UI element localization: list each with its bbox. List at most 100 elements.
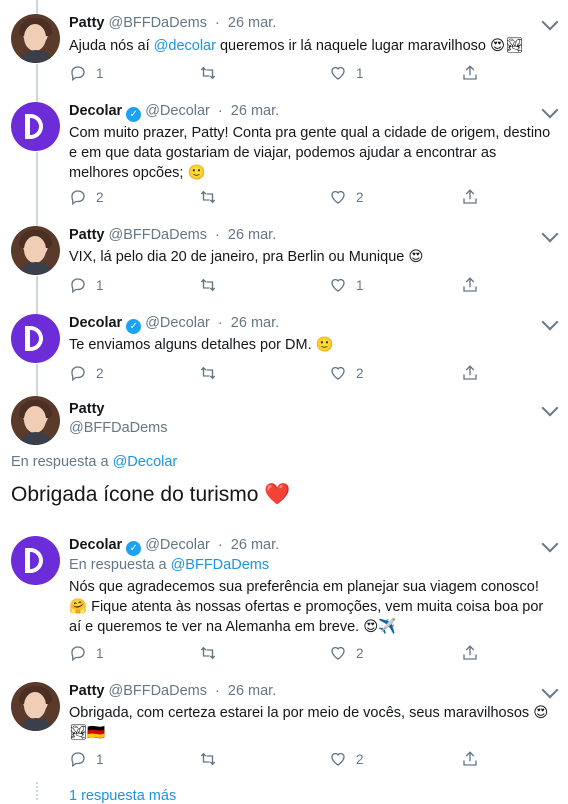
tweet-header: Patty — [69, 401, 104, 417]
like-button[interactable]: 2 — [329, 750, 364, 768]
share-button[interactable] — [461, 188, 479, 206]
retweet-button[interactable] — [199, 644, 217, 662]
author-handle[interactable]: @Decolar — [145, 537, 210, 553]
heart-icon — [331, 190, 345, 204]
like-button[interactable]: 2 — [329, 188, 364, 206]
tweet-actions: 1 2 — [69, 644, 489, 664]
chevron-down-icon[interactable] — [541, 681, 559, 699]
chevron-down-icon[interactable] — [541, 535, 559, 553]
like-button[interactable]: 2 — [329, 644, 364, 662]
avatar[interactable] — [11, 226, 60, 275]
tweet-text: Nós que agradecemos sua preferência em p… — [69, 579, 544, 635]
tweet-actions: 2 2 — [69, 364, 489, 384]
retweet-button[interactable] — [199, 64, 217, 82]
share-button[interactable] — [461, 64, 479, 82]
tweet-date[interactable]: 26 mar. — [228, 683, 276, 699]
reply-button[interactable]: 2 — [69, 364, 104, 382]
chevron-down-icon[interactable] — [541, 13, 559, 31]
verified-badge-icon: ✓ — [126, 319, 142, 334]
retweet-icon — [200, 190, 216, 204]
like-button[interactable]: 2 — [329, 364, 364, 382]
more-replies-link[interactable]: 1 respuesta más — [69, 788, 176, 804]
reply-context: En respuesta a @Decolar — [11, 454, 178, 470]
share-button[interactable] — [461, 364, 479, 382]
author-handle-line: @BFFDaDems — [69, 420, 168, 436]
reply-to-link[interactable]: @Decolar — [113, 454, 178, 470]
tweet-actions: 1 1 — [69, 64, 489, 84]
avatar[interactable] — [11, 682, 60, 731]
like-count: 1 — [356, 277, 364, 293]
share-button[interactable] — [461, 276, 479, 294]
reply-context: En respuesta a @BFFDaDems — [69, 557, 270, 573]
reply-button[interactable]: 1 — [69, 750, 104, 768]
author-name[interactable]: Decolar — [69, 315, 122, 331]
retweet-icon — [200, 646, 216, 660]
retweet-button[interactable] — [199, 188, 217, 206]
like-count: 2 — [356, 189, 364, 205]
heart-icon — [331, 278, 345, 292]
author-handle[interactable]: @BFFDaDems — [108, 683, 207, 699]
reply-count: 1 — [96, 751, 104, 767]
verified-badge-icon: ✓ — [126, 541, 142, 556]
tweet-actions: 1 1 — [69, 276, 489, 296]
retweet-button[interactable] — [199, 276, 217, 294]
tweet-date[interactable]: 26 mar. — [231, 537, 279, 553]
share-button[interactable] — [461, 750, 479, 768]
share-icon — [463, 751, 477, 766]
tweet-date[interactable]: 26 mar. — [231, 315, 279, 331]
like-count: 2 — [356, 751, 364, 767]
author-name[interactable]: Patty — [69, 227, 104, 243]
tweet-text: Ajuda nós aí @decolar queremos ir lá naq… — [69, 38, 524, 54]
reply-icon — [71, 366, 85, 382]
avatar[interactable] — [11, 314, 60, 363]
chevron-down-icon[interactable] — [541, 313, 559, 331]
reply-button[interactable]: 1 — [69, 276, 104, 294]
thread-line — [36, 64, 38, 104]
tweet-date[interactable]: 26 mar. — [228, 227, 276, 243]
author-handle[interactable]: @Decolar — [145, 315, 210, 331]
avatar[interactable] — [11, 536, 60, 585]
reply-button[interactable]: 1 — [69, 644, 104, 662]
author-handle[interactable]: @BFFDaDems — [69, 420, 168, 436]
tweet-date[interactable]: 26 mar. — [231, 103, 279, 119]
retweet-button[interactable] — [199, 750, 217, 768]
avatar[interactable] — [11, 396, 60, 445]
mention-link[interactable]: @decolar — [154, 38, 216, 54]
chevron-down-icon[interactable] — [541, 399, 559, 417]
author-name[interactable]: Decolar — [69, 103, 122, 119]
author-name[interactable]: Patty — [69, 401, 104, 417]
thread-line — [36, 152, 38, 226]
reply-count: 2 — [96, 189, 104, 205]
verified-badge-icon: ✓ — [126, 107, 142, 122]
reply-icon — [71, 278, 85, 294]
reply-icon — [71, 190, 85, 206]
reply-button[interactable]: 1 — [69, 64, 104, 82]
reply-icon — [71, 66, 85, 82]
like-button[interactable]: 1 — [329, 64, 364, 82]
tweet-text: Com muito prazer, Patty! Conta pra gente… — [69, 125, 551, 181]
share-icon — [463, 365, 477, 380]
retweet-button[interactable] — [199, 364, 217, 382]
chevron-down-icon[interactable] — [541, 225, 559, 243]
author-handle[interactable]: @BFFDaDems — [108, 15, 207, 31]
tweet-header: Decolar ✓ @Decolar · 26 mar. — [69, 315, 280, 334]
share-icon — [463, 65, 477, 80]
reply-to-link[interactable]: @BFFDaDems — [171, 557, 270, 573]
tweet-date[interactable]: 26 mar. — [228, 15, 276, 31]
avatar[interactable] — [11, 14, 60, 63]
author-handle[interactable]: @Decolar — [145, 103, 210, 119]
author-handle[interactable]: @BFFDaDems — [108, 227, 207, 243]
avatar[interactable] — [11, 102, 60, 151]
author-name[interactable]: Patty — [69, 683, 104, 699]
retweet-icon — [200, 278, 216, 292]
share-button[interactable] — [461, 644, 479, 662]
chevron-down-icon[interactable] — [541, 101, 559, 119]
retweet-icon — [200, 66, 216, 80]
reply-button[interactable]: 2 — [69, 188, 104, 206]
reply-count: 1 — [96, 65, 104, 81]
reply-icon — [71, 646, 85, 662]
like-count: 2 — [356, 645, 364, 661]
like-button[interactable]: 1 — [329, 276, 364, 294]
author-name[interactable]: Decolar — [69, 537, 122, 553]
author-name[interactable]: Patty — [69, 15, 104, 31]
